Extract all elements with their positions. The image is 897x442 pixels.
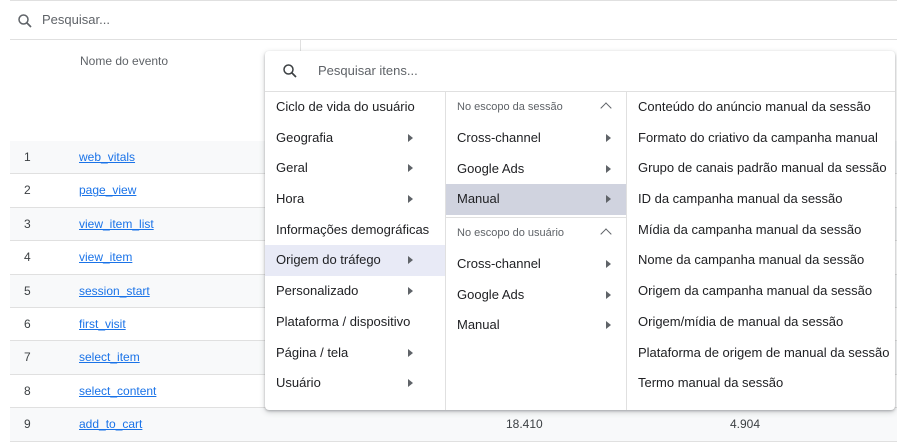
row-number: 8 [24,383,31,398]
category-item[interactable]: Ciclo de vida do usuário [265,92,445,123]
dimension-picker-popup: Ciclo de vida do usuário Geografia Geral… [265,51,895,410]
category-label: Ciclo de vida do usuário [276,99,415,114]
metric-value: 18.410 [506,417,543,432]
dimension-item[interactable]: Grupo de canais padrão manual da sessão [627,153,895,184]
scope-label: Google Ads [457,160,525,176]
user-scope-header[interactable]: No escopo do usuário [446,218,626,249]
category-label: Página / tela [276,344,349,360]
chevron-right-icon [408,348,413,357]
dimension-item[interactable]: Nome da campanha manual da sessão [627,245,895,276]
dimension-item[interactable]: Origem da campanha manual da sessão [627,276,895,307]
chevron-right-icon [408,379,413,388]
chevron-right-icon [408,133,413,142]
category-label: Hora [276,191,305,207]
category-label: Origem do tráfego [276,252,381,268]
category-item[interactable]: Informações demográficas [265,215,445,246]
table-search-bar [10,0,897,40]
chevron-right-icon [408,256,413,265]
scope-item-selected[interactable]: Manual [446,184,626,216]
category-item[interactable]: Plataforma / dispositivo [265,307,445,338]
chevron-right-icon [408,164,413,173]
category-item[interactable]: Geografia [265,123,445,154]
dimension-item[interactable]: Mídia da campanha manual da sessão [627,215,895,246]
category-item[interactable]: Geral [265,153,445,184]
event-name-link[interactable]: view_item [79,250,132,264]
row-number: 2 [24,183,31,198]
scope-label: Cross-channel [457,130,541,145]
category-item[interactable]: Personalizado [265,276,445,307]
session-scope-header[interactable]: No escopo da sessão [446,92,626,123]
chevron-right-icon [606,290,611,299]
search-icon [281,62,299,85]
chevron-right-icon [606,260,611,269]
table-row: 9 add_to_cart 18.410 4.904 [10,408,897,442]
category-item-selected[interactable]: Origem do tráfego [265,245,445,277]
row-number: 6 [24,316,31,331]
event-name-link[interactable]: session_start [79,284,150,298]
category-item[interactable]: Hora [265,184,445,215]
scope-item[interactable]: Google Ads [446,154,626,185]
scope-label: Cross-channel [457,256,541,272]
row-number: 9 [24,417,31,432]
scope-label: Manual [457,191,500,207]
chevron-right-icon [606,195,611,204]
table-search-input[interactable] [42,12,342,27]
chevron-right-icon [606,321,611,330]
chevron-right-icon [606,164,611,173]
event-name-link[interactable]: web_vitals [79,150,135,164]
popup-search-bar [265,51,895,92]
dimension-column: Conteúdo do anúncio manual da sessão For… [627,92,895,410]
dimension-item[interactable]: Termo manual da sessão [627,368,895,399]
event-name-link[interactable]: select_item [79,350,140,364]
category-label: Geografia [276,129,334,145]
chevron-right-icon [408,195,413,204]
category-label: Informações demográficas [276,221,430,237]
chevron-right-icon [408,287,413,296]
chevron-right-icon [606,134,611,142]
row-number: 1 [24,150,31,164]
category-label: Usuário [276,375,321,391]
scope-column: No escopo da sessão Cross-channel Google… [446,92,627,410]
scope-item[interactable]: Cross-channel [446,249,626,280]
row-number: 3 [24,216,31,231]
dimension-item[interactable]: Conteúdo do anúncio manual da sessão [627,92,895,123]
event-name-link[interactable]: select_content [79,384,156,398]
row-number: 5 [24,283,31,298]
scope-label: Google Ads [457,286,525,302]
category-label: Plataforma / dispositivo [276,313,411,329]
dimension-item[interactable]: Plataforma de origem de manual da sessão [627,338,895,369]
chevron-up-icon [600,228,612,240]
row-number: 7 [24,350,31,365]
metric-value: 4.904 [730,417,761,432]
search-icon [16,12,34,35]
popup-search-input[interactable] [318,63,718,78]
row-number: 4 [24,250,31,265]
chevron-up-icon [600,102,612,114]
scope-item[interactable]: Google Ads [446,280,626,311]
scope-header-label: No escopo do usuário [457,227,565,240]
scope-item[interactable]: Manual [446,310,626,341]
scope-header-label: No escopo da sessão [457,101,563,113]
dimension-item[interactable]: Origem/mídia de manual da sessão [627,307,895,338]
scope-item[interactable]: Cross-channel [446,123,626,154]
event-name-link[interactable]: add_to_cart [79,417,142,431]
category-label: Geral [276,160,308,176]
event-name-link[interactable]: page_view [79,183,136,197]
column-header-event-name[interactable]: Nome do evento [80,54,168,68]
category-item[interactable]: Página / tela [265,338,445,369]
event-name-link[interactable]: view_item_list [79,217,154,231]
scope-label: Manual [457,317,500,333]
dimension-item[interactable]: ID da campanha manual da sessão [627,184,895,215]
category-item[interactable]: Usuário [265,368,445,399]
event-name-link[interactable]: first_visit [79,317,126,331]
category-label: Personalizado [276,283,359,299]
category-column: Ciclo de vida do usuário Geografia Geral… [265,92,446,410]
dimension-item[interactable]: Formato do criativo da campanha manual [627,123,895,154]
